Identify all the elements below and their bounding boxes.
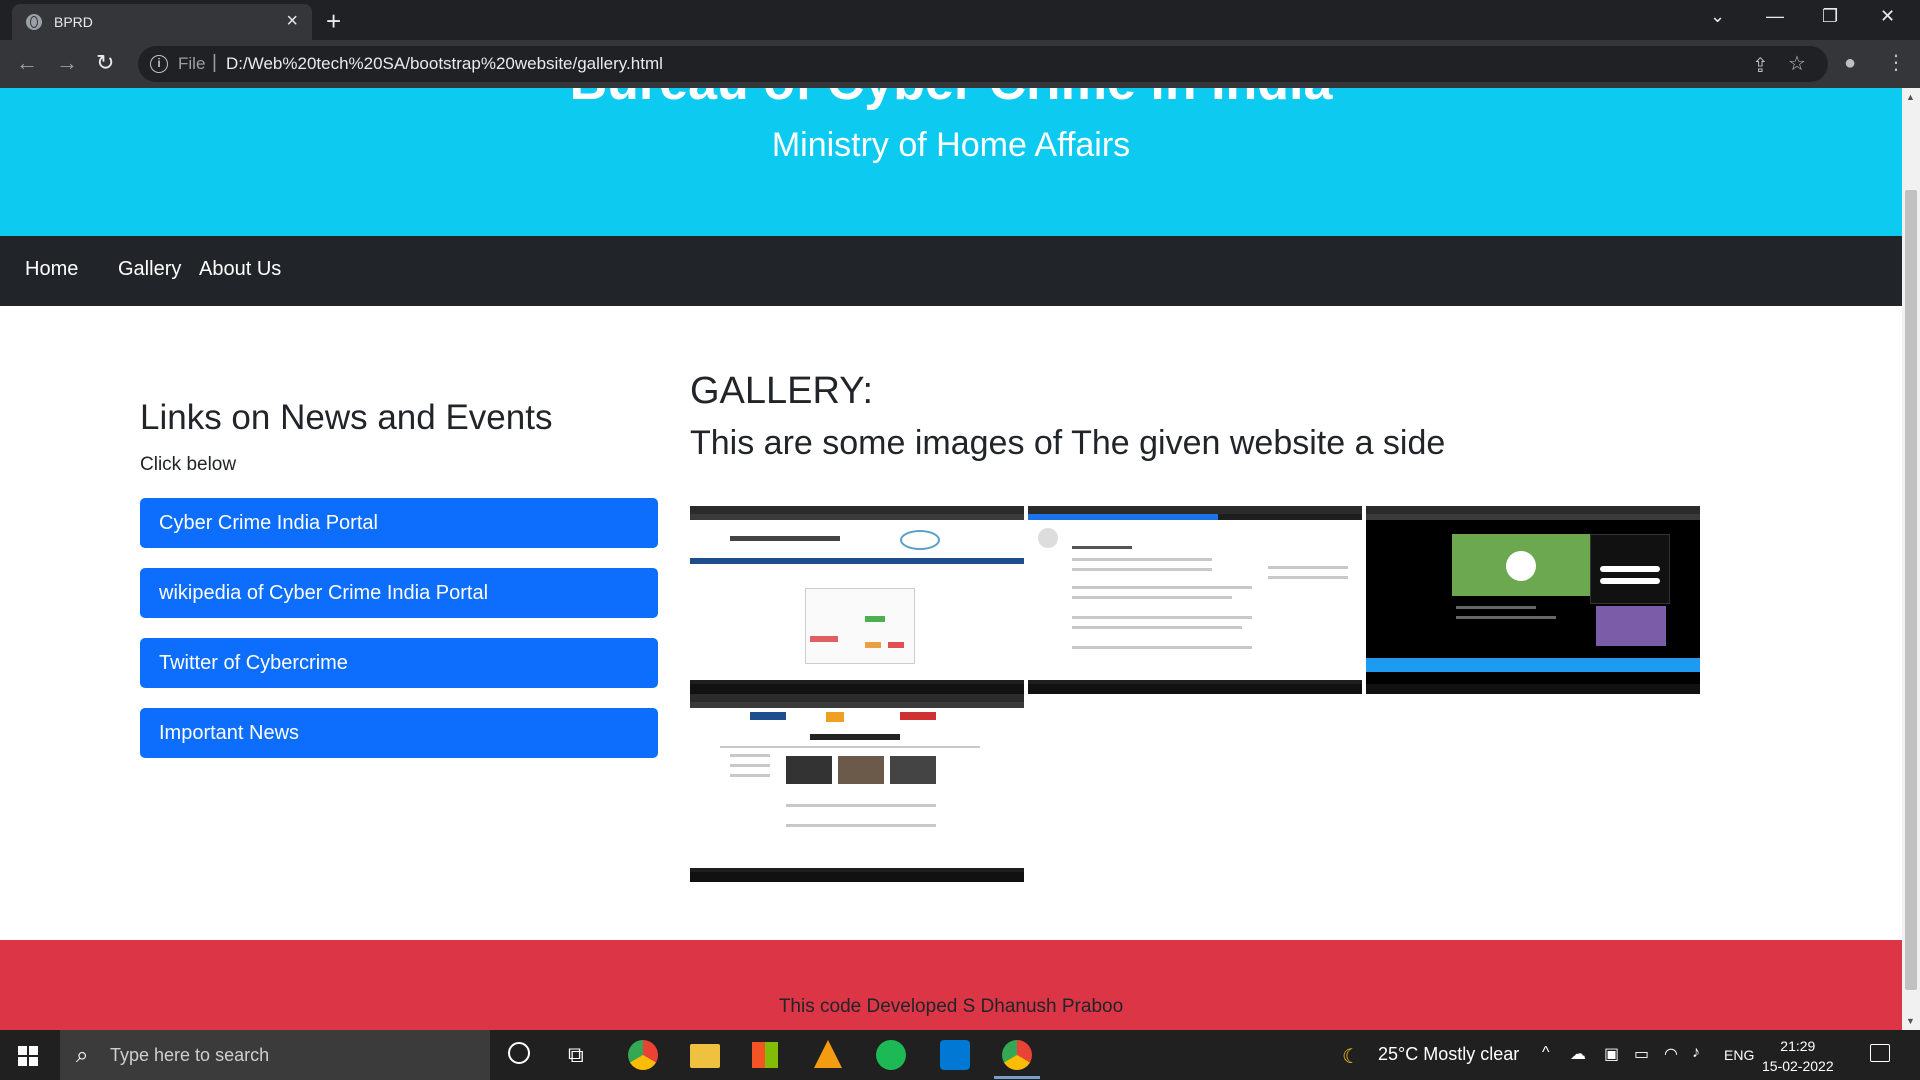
gallery-image-portal[interactable] <box>690 506 1024 694</box>
profile-icon[interactable]: ● <box>1844 52 1856 75</box>
hero-title: Bureau of Cyber Crime in India <box>0 88 1902 112</box>
restore-icon[interactable]: ❐ <box>1822 6 1838 27</box>
gallery-image-wikipedia[interactable] <box>1028 506 1362 694</box>
tab-close-icon[interactable]: × <box>286 10 298 33</box>
hero-banner: Bureau of Cyber Crime in India Ministry … <box>0 88 1902 236</box>
tab-search-icon[interactable]: ⌄ <box>1710 6 1725 27</box>
windows-start-icon[interactable] <box>18 1046 38 1066</box>
spotify-icon[interactable] <box>876 1040 906 1070</box>
url-text[interactable]: D:/Web%20tech%20SA/bootstrap%20website/g… <box>226 54 663 74</box>
url-scheme: File <box>178 54 206 73</box>
site-footer: This code Developed S Dhanush Praboo <box>0 940 1902 1030</box>
link-important-news[interactable]: Important News <box>140 708 658 758</box>
taskbar-search-placeholder: Type here to search <box>110 1045 270 1065</box>
store-icon[interactable] <box>752 1042 778 1068</box>
globe-icon <box>26 14 42 30</box>
language-indicator[interactable]: ENG <box>1724 1047 1754 1063</box>
scroll-down-icon[interactable]: ▼ <box>1906 1016 1915 1026</box>
file-explorer-icon[interactable] <box>690 1044 720 1068</box>
page-scrollbar[interactable]: ▲ ▼ <box>1902 88 1920 1030</box>
task-view-icon[interactable]: ⧉ <box>568 1042 584 1068</box>
taskbar-search[interactable]: ⌕ Type here to search <box>60 1030 490 1080</box>
page-viewport: Bureau of Cyber Crime in India Ministry … <box>0 88 1902 1030</box>
forward-icon[interactable]: → <box>56 50 78 76</box>
volume-icon[interactable]: ♪ <box>1692 1044 1700 1062</box>
info-icon[interactable]: i <box>150 55 168 73</box>
nav-gallery[interactable]: Gallery <box>118 258 181 281</box>
site-navbar: Home Gallery About Us <box>0 236 1902 306</box>
new-tab-button[interactable]: + <box>326 6 341 37</box>
show-hidden-icons[interactable]: ^ <box>1542 1044 1550 1062</box>
cortana-icon[interactable] <box>508 1042 530 1064</box>
wifi-icon[interactable]: ◠ <box>1664 1044 1678 1064</box>
browser-tab[interactable]: BPRD × <box>12 4 312 40</box>
meet-now-icon[interactable]: ▣ <box>1604 1044 1619 1064</box>
search-icon: ⌕ <box>76 1042 89 1067</box>
system-clock[interactable]: 21:29 15-02-2022 <box>1762 1036 1834 1076</box>
reload-icon[interactable]: ↻ <box>96 50 114 76</box>
sidebar-subtext: Click below <box>140 454 237 475</box>
gallery-image-twitter[interactable] <box>1366 506 1700 694</box>
weather-text[interactable]: 25°C Mostly clear <box>1378 1044 1519 1065</box>
browser-toolbar: ← → ↻ i File | D:/Web%20tech%20SA/bootst… <box>0 40 1920 88</box>
menu-icon[interactable]: ⋮ <box>1886 50 1906 75</box>
footer-text: This code Developed S Dhanush Praboo <box>778 996 1124 1017</box>
share-icon[interactable]: ⇪ <box>1752 53 1769 78</box>
url-separator: | <box>212 52 217 73</box>
moon-icon: ☾ <box>1342 1046 1360 1068</box>
gallery-subtitle: This are some images of The given websit… <box>690 424 1446 462</box>
minimize-icon[interactable]: — <box>1766 6 1784 27</box>
bookmark-star-icon[interactable]: ☆ <box>1788 51 1806 76</box>
browser-titlebar: BPRD × + ⌄ — ❐ ✕ <box>0 0 1920 40</box>
scrollbar-thumb[interactable] <box>1905 190 1917 990</box>
gallery-title: GALLERY: <box>690 370 874 412</box>
onedrive-icon[interactable]: ☁ <box>1570 1044 1586 1064</box>
active-app-indicator <box>994 1076 1040 1079</box>
clock-date: 15-02-2022 <box>1762 1058 1834 1074</box>
clock-time: 21:29 <box>1780 1038 1816 1054</box>
hero-subtitle: Ministry of Home Affairs <box>771 126 1131 164</box>
vscode-icon[interactable] <box>940 1040 970 1070</box>
gallery-image-times-of-india[interactable] <box>690 694 1024 882</box>
chrome-icon[interactable] <box>628 1040 658 1070</box>
vlc-icon[interactable] <box>814 1040 842 1068</box>
nav-home[interactable]: Home <box>25 258 78 281</box>
link-twitter[interactable]: Twitter of Cybercrime <box>140 638 658 688</box>
nav-about-us[interactable]: About Us <box>199 258 281 281</box>
scroll-up-icon[interactable]: ▲ <box>1906 92 1915 102</box>
chrome-active-icon[interactable] <box>1002 1040 1032 1070</box>
tab-title: BPRD <box>54 14 93 30</box>
battery-icon[interactable]: ▭ <box>1634 1044 1649 1064</box>
close-window-icon[interactable]: ✕ <box>1880 6 1895 27</box>
back-icon[interactable]: ← <box>16 50 38 76</box>
windows-taskbar: ⌕ Type here to search ⧉ ☾ 25°C Mostly cl… <box>0 1030 1920 1080</box>
address-bar[interactable]: i File | D:/Web%20tech%20SA/bootstrap%20… <box>138 46 1828 82</box>
link-cyber-crime-portal[interactable]: Cyber Crime India Portal <box>140 498 658 548</box>
link-wikipedia[interactable]: wikipedia of Cyber Crime India Portal <box>140 568 658 618</box>
sidebar-heading: Links on News and Events <box>140 398 553 437</box>
notification-icon[interactable] <box>1870 1044 1890 1062</box>
